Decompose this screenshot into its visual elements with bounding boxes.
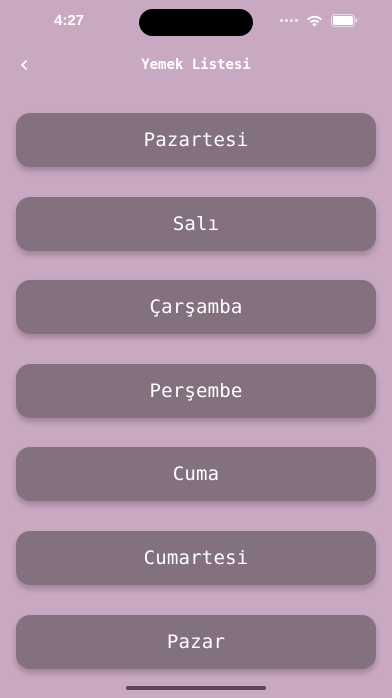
- status-icons: [280, 14, 358, 27]
- day-button-carsamba[interactable]: Çarşamba: [16, 280, 376, 335]
- day-list: Pazartesi Salı Çarşamba Perşembe Cuma Cu…: [16, 113, 376, 698]
- nav-bar: Yemek Listesi: [0, 50, 392, 80]
- day-button-cumartesi[interactable]: Cumartesi: [16, 530, 376, 585]
- signal-icon: [280, 19, 298, 22]
- status-time: 4:27: [54, 12, 85, 29]
- day-button-pazartesi[interactable]: Pazartesi: [16, 113, 376, 167]
- day-button-pazar[interactable]: Pazar: [16, 614, 376, 669]
- day-button-cuma[interactable]: Cuma: [16, 447, 376, 502]
- wifi-icon: [307, 15, 322, 26]
- page-title: Yemek Listesi: [141, 57, 251, 73]
- day-button-sali[interactable]: Salı: [16, 196, 376, 251]
- status-bar: 4:27: [0, 0, 392, 44]
- battery-icon: [331, 14, 358, 27]
- dynamic-island: [139, 9, 253, 36]
- home-indicator: [126, 686, 266, 690]
- day-button-persembe[interactable]: Perşembe: [16, 363, 376, 418]
